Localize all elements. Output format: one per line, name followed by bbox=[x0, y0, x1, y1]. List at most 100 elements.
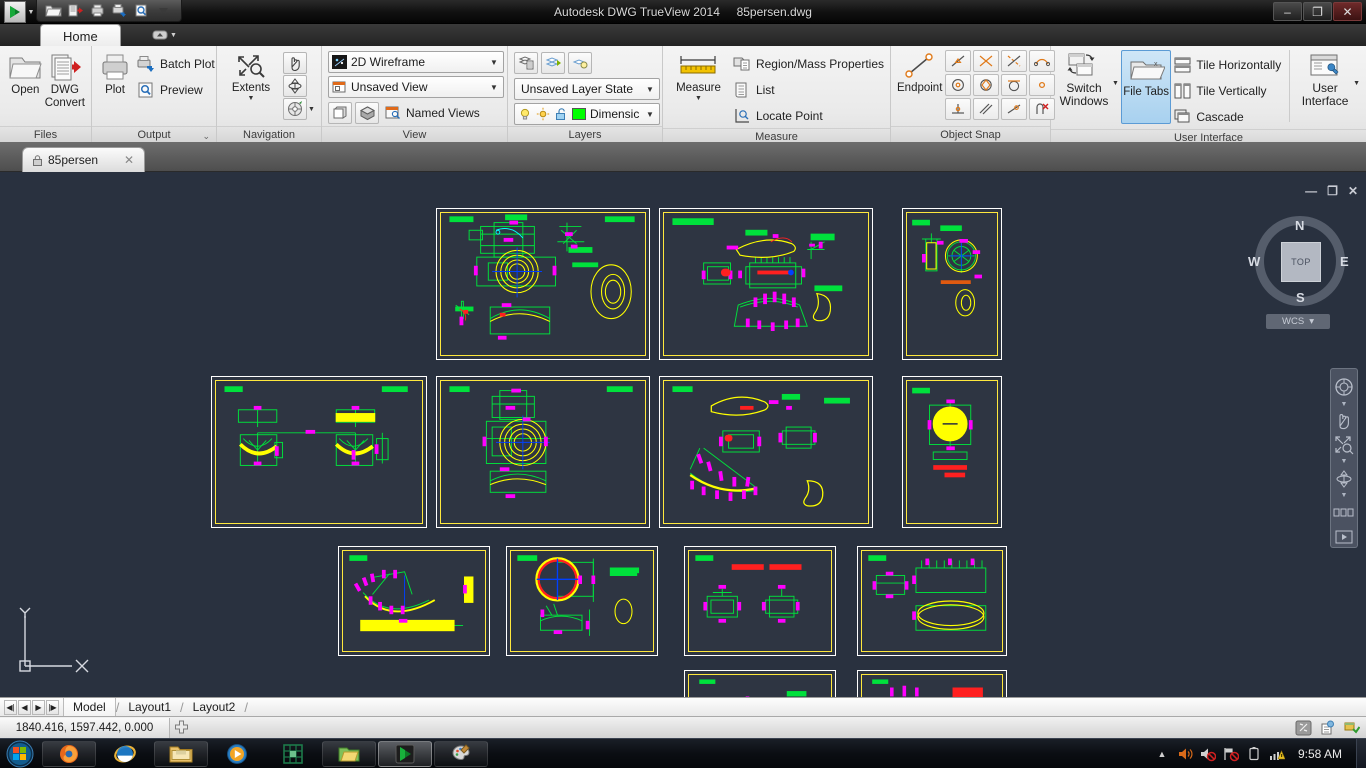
plot-icon[interactable] bbox=[87, 2, 107, 20]
application-menu-button[interactable]: ▼ bbox=[2, 0, 36, 24]
layout-tab-layout2[interactable]: Layout2 bbox=[184, 698, 245, 717]
locate-point-button[interactable]: Locate Point bbox=[732, 104, 884, 128]
snap-parallel-icon[interactable] bbox=[973, 98, 1000, 120]
toolbar-lock-icon[interactable] bbox=[1340, 718, 1362, 738]
layer-isolate-button[interactable] bbox=[568, 52, 592, 74]
dwg-convert-icon[interactable] bbox=[65, 2, 85, 20]
dwg-convert-button[interactable]: DWG Convert bbox=[45, 50, 85, 110]
drawing-sheet[interactable] bbox=[436, 376, 650, 528]
drawing-sheet[interactable] bbox=[338, 546, 490, 656]
list-button[interactable]: List bbox=[732, 78, 884, 102]
show-desktop-button[interactable] bbox=[1356, 738, 1366, 768]
layout-next-button[interactable]: ▶ bbox=[32, 699, 45, 715]
taskbar-item-dwg-trueview[interactable] bbox=[378, 740, 432, 767]
batch-plot-button[interactable]: Batch Plot bbox=[136, 52, 215, 76]
region-mass-properties-button[interactable]: Region/Mass Properties bbox=[732, 52, 884, 76]
cascade-button[interactable]: Cascade bbox=[1173, 105, 1281, 129]
taskbar-item-windows-explorer[interactable] bbox=[154, 740, 208, 767]
snap-nearest-icon[interactable] bbox=[1001, 98, 1028, 120]
file-tab-close-icon[interactable]: ✕ bbox=[124, 153, 134, 167]
extents-dropdown-icon[interactable]: ▼ bbox=[248, 95, 255, 102]
visual-style-chevron-down-icon[interactable]: ▼ bbox=[487, 58, 501, 67]
taskbar-item-internet-explorer[interactable] bbox=[98, 741, 152, 767]
visual-style-combo[interactable]: 2D Wireframe ▼ bbox=[328, 51, 504, 73]
orbit-icon[interactable] bbox=[1332, 468, 1356, 489]
pan-button[interactable] bbox=[283, 52, 307, 74]
minimize-button[interactable]: – bbox=[1273, 2, 1302, 21]
layer-state-chevron-down-icon[interactable]: ▼ bbox=[643, 85, 657, 94]
network-error-icon[interactable] bbox=[1223, 746, 1239, 762]
publish-icon[interactable] bbox=[109, 2, 129, 20]
drawing-sheet[interactable] bbox=[902, 376, 1002, 528]
endpoint-button[interactable]: Endpoint bbox=[897, 50, 942, 95]
drawing-minimize-icon[interactable]: — bbox=[1305, 184, 1317, 198]
taskbar-item-media-player[interactable] bbox=[210, 741, 264, 767]
steering-wheel-dropdown-icon[interactable]: ▼ bbox=[1341, 401, 1348, 408]
view-cube[interactable]: TOP N E S W WCS ▾ bbox=[1240, 208, 1358, 329]
plus-icon[interactable] bbox=[170, 718, 192, 738]
annotation-scale-icon[interactable] bbox=[1316, 718, 1338, 738]
view-combo[interactable]: Unsaved View ▼ bbox=[328, 76, 504, 98]
taskbar-item-firefox[interactable] bbox=[42, 740, 96, 767]
view-cube-west-label[interactable]: W bbox=[1248, 254, 1260, 269]
view-combo-chevron-down-icon[interactable]: ▼ bbox=[487, 83, 501, 92]
preview-icon[interactable] bbox=[131, 2, 151, 20]
zoom-extents-button[interactable]: Extents ▼ bbox=[223, 50, 279, 102]
layout-prev-button[interactable]: ◀ bbox=[18, 699, 31, 715]
layer-state-combo[interactable]: Unsaved Layer State ▼ bbox=[514, 78, 660, 100]
drawing-sheet[interactable] bbox=[211, 376, 427, 528]
taskbar-item-excel[interactable] bbox=[266, 741, 320, 767]
layout-tab-layout1[interactable]: Layout1 bbox=[119, 698, 180, 717]
steering-wheel-icon[interactable] bbox=[1332, 377, 1356, 398]
showmotion-thumbnails-icon[interactable] bbox=[1332, 502, 1356, 523]
drawing-sheet[interactable] bbox=[857, 546, 1007, 656]
layout-first-button[interactable]: ◀| bbox=[4, 699, 17, 715]
zoom-dropdown-icon[interactable]: ▼ bbox=[1341, 458, 1348, 465]
battery-icon[interactable] bbox=[1246, 746, 1262, 762]
orbit-dropdown-icon[interactable]: ▼ bbox=[1341, 492, 1348, 499]
tile-vertically-button[interactable]: Tile Vertically bbox=[1173, 79, 1281, 103]
view-cube-south-label[interactable]: S bbox=[1296, 290, 1305, 305]
isometric-view-button[interactable] bbox=[355, 102, 379, 124]
snap-quadrant-icon[interactable] bbox=[973, 74, 1000, 96]
zoom-extents-icon[interactable] bbox=[1332, 435, 1356, 456]
show-hidden-icons-icon[interactable]: ▲ bbox=[1154, 746, 1170, 762]
plot-button[interactable]: Plot bbox=[98, 50, 132, 97]
layer-previous-button[interactable] bbox=[541, 52, 565, 74]
snap-apparent-intersection-icon[interactable] bbox=[1001, 50, 1028, 72]
user-interface-button[interactable]: User Interface bbox=[1298, 50, 1352, 108]
clean-screen-icon[interactable] bbox=[1292, 718, 1314, 738]
taskbar-item-folder-app[interactable] bbox=[322, 740, 376, 767]
layer-combo-chevron-down-icon[interactable]: ▼ bbox=[643, 110, 657, 119]
steering-wheel-button[interactable] bbox=[283, 98, 307, 120]
named-views-button[interactable]: Named Views bbox=[384, 101, 480, 125]
drawing-sheet[interactable] bbox=[436, 208, 650, 360]
view-cube-east-label[interactable]: E bbox=[1340, 254, 1349, 269]
layout-tab-model[interactable]: Model bbox=[63, 697, 116, 717]
switch-windows-button[interactable]: Switch Windows bbox=[1057, 50, 1111, 108]
ribbon-minimize-button[interactable]: ▼ bbox=[152, 27, 186, 43]
tab-home[interactable]: Home bbox=[40, 24, 121, 46]
snap-tangent-icon[interactable] bbox=[1001, 74, 1028, 96]
snap-center-icon[interactable] bbox=[945, 74, 972, 96]
file-tabs-button[interactable]: x File Tabs bbox=[1120, 50, 1172, 124]
drawing-sheet[interactable] bbox=[506, 546, 658, 656]
qat-overflow-icon[interactable] bbox=[153, 2, 173, 20]
layout-last-button[interactable]: |▶ bbox=[46, 699, 59, 715]
ucs-selector[interactable]: WCS ▾ bbox=[1266, 314, 1330, 329]
drawing-sheet[interactable] bbox=[684, 546, 836, 656]
signal-warning-icon[interactable] bbox=[1269, 746, 1285, 762]
drawing-sheet[interactable] bbox=[902, 208, 1002, 360]
drawing-sheet[interactable] bbox=[659, 376, 873, 528]
snap-midpoint-icon[interactable] bbox=[945, 50, 972, 72]
view-cube-north-label[interactable]: N bbox=[1295, 218, 1304, 233]
layer-combo[interactable]: Dimensic ▼ bbox=[514, 103, 660, 125]
tile-horizontally-button[interactable]: Tile Horizontally bbox=[1173, 53, 1281, 77]
user-interface-dropdown-icon[interactable]: ▼ bbox=[1353, 50, 1360, 87]
view-cube-top-face[interactable]: TOP bbox=[1281, 242, 1321, 282]
viewport-config-button[interactable] bbox=[328, 102, 352, 124]
drawing-restore-icon[interactable]: ❐ bbox=[1327, 184, 1338, 198]
open-button[interactable]: Open bbox=[6, 50, 45, 97]
measure-button[interactable]: Measure ▼ bbox=[669, 50, 728, 102]
navigation-bar[interactable]: ▼ ▼ ▼ bbox=[1330, 368, 1358, 548]
